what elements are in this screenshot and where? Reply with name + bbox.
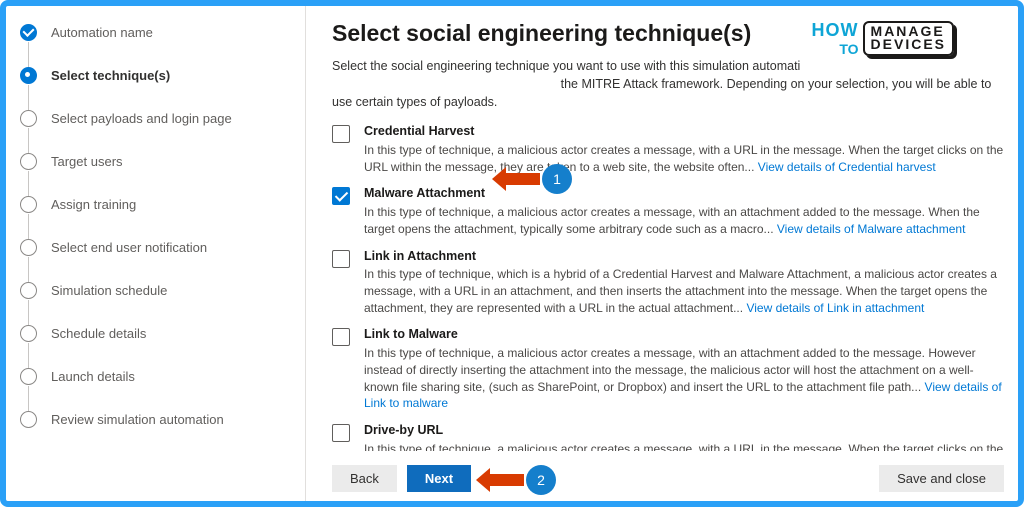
checkbox-link-in-attachment[interactable] xyxy=(332,250,350,268)
option-drive-by-url: Drive-by URL In this type of technique, … xyxy=(332,422,1004,451)
checkbox-drive-by-url[interactable] xyxy=(332,424,350,442)
step-indicator xyxy=(20,325,37,342)
annotation-arrow-icon xyxy=(488,474,524,486)
back-button[interactable]: Back xyxy=(332,465,397,492)
option-title: Link to Malware xyxy=(364,326,1004,344)
option-title: Link in Attachment xyxy=(364,248,1004,266)
step-review[interactable]: Review simulation automation xyxy=(20,411,300,428)
step-label: Target users xyxy=(51,153,123,170)
checkbox-link-to-malware[interactable] xyxy=(332,328,350,346)
option-link-in-attachment: Link in Attachment In this type of techn… xyxy=(332,248,1004,317)
link-malware-attachment-details[interactable]: View details of Malware attachment xyxy=(777,222,966,236)
step-label: Automation name xyxy=(51,24,153,41)
step-label: Schedule details xyxy=(51,325,146,342)
step-simulation-schedule[interactable]: Simulation schedule xyxy=(20,282,300,325)
step-target-users[interactable]: Target users xyxy=(20,153,300,196)
link-link-in-attachment-details[interactable]: View details of Link in attachment xyxy=(746,301,924,315)
step-select-payloads[interactable]: Select payloads and login page xyxy=(20,110,300,153)
main-panel: Select social engineering technique(s) S… xyxy=(332,20,1004,451)
option-title: Credential Harvest xyxy=(364,123,1004,141)
option-title: Drive-by URL xyxy=(364,422,1004,440)
step-indicator xyxy=(20,153,37,170)
link-credential-harvest-details[interactable]: View details of Credential harvest xyxy=(758,160,936,174)
logo-how: HOW xyxy=(812,20,859,41)
step-schedule-details[interactable]: Schedule details xyxy=(20,325,300,368)
step-indicator xyxy=(20,282,37,299)
page-intro: Select the social engineering technique … xyxy=(332,57,1004,111)
checkbox-credential-harvest[interactable] xyxy=(332,125,350,143)
step-label: Review simulation automation xyxy=(51,411,224,428)
option-credential-harvest: Credential Harvest In this type of techn… xyxy=(332,123,1004,175)
save-and-close-button[interactable]: Save and close xyxy=(879,465,1004,492)
wizard-sidebar: Automation name Select technique(s) Sele… xyxy=(20,24,300,428)
step-indicator xyxy=(20,196,37,213)
step-label: Assign training xyxy=(51,196,136,213)
annotation-badge-2: 2 xyxy=(526,465,556,495)
option-link-to-malware: Link to Malware In this type of techniqu… xyxy=(332,326,1004,412)
step-end-user-notification[interactable]: Select end user notification xyxy=(20,239,300,282)
intro-part2: the MITRE Attack framework. Depending on… xyxy=(332,77,991,109)
step-indicator xyxy=(20,239,37,256)
next-button[interactable]: Next xyxy=(407,465,471,492)
step-label: Select technique(s) xyxy=(51,67,170,84)
step-label: Select end user notification xyxy=(51,239,207,256)
annotation-number: 2 xyxy=(537,472,545,488)
step-select-techniques[interactable]: Select technique(s) xyxy=(20,67,300,110)
step-indicator xyxy=(20,411,37,428)
step-automation-name[interactable]: Automation name xyxy=(20,24,300,67)
option-desc: In this type of technique, a malicious a… xyxy=(364,346,976,394)
annotation-badge-1: 1 xyxy=(542,164,572,194)
footer-bar: Back Next Save and close xyxy=(332,465,1004,492)
step-indicator xyxy=(20,110,37,127)
option-desc: In this type of technique, a malicious a… xyxy=(364,442,1003,451)
annotation-arrow-icon xyxy=(504,173,540,185)
window-frame: Automation name Select technique(s) Sele… xyxy=(0,0,1024,507)
step-launch-details[interactable]: Launch details xyxy=(20,368,300,411)
watermark-logo: HOW TO MANAGE DEVICES xyxy=(812,20,954,57)
option-malware-attachment: Malware Attachment In this type of techn… xyxy=(332,185,1004,237)
logo-to: TO xyxy=(812,41,859,57)
logo-devices: DEVICES xyxy=(871,38,946,51)
step-label: Launch details xyxy=(51,368,135,385)
option-title: Malware Attachment xyxy=(364,185,1004,203)
vertical-divider xyxy=(305,6,306,501)
step-label: Select payloads and login page xyxy=(51,110,232,127)
step-indicator-done xyxy=(20,24,37,41)
intro-part1: Select the social engineering technique … xyxy=(332,59,800,73)
step-indicator-current xyxy=(20,67,37,84)
logo-box: MANAGE DEVICES xyxy=(863,21,954,57)
annotation-number: 1 xyxy=(553,171,561,187)
step-label: Simulation schedule xyxy=(51,282,167,299)
step-assign-training[interactable]: Assign training xyxy=(20,196,300,239)
checkbox-malware-attachment[interactable] xyxy=(332,187,350,205)
step-indicator xyxy=(20,368,37,385)
